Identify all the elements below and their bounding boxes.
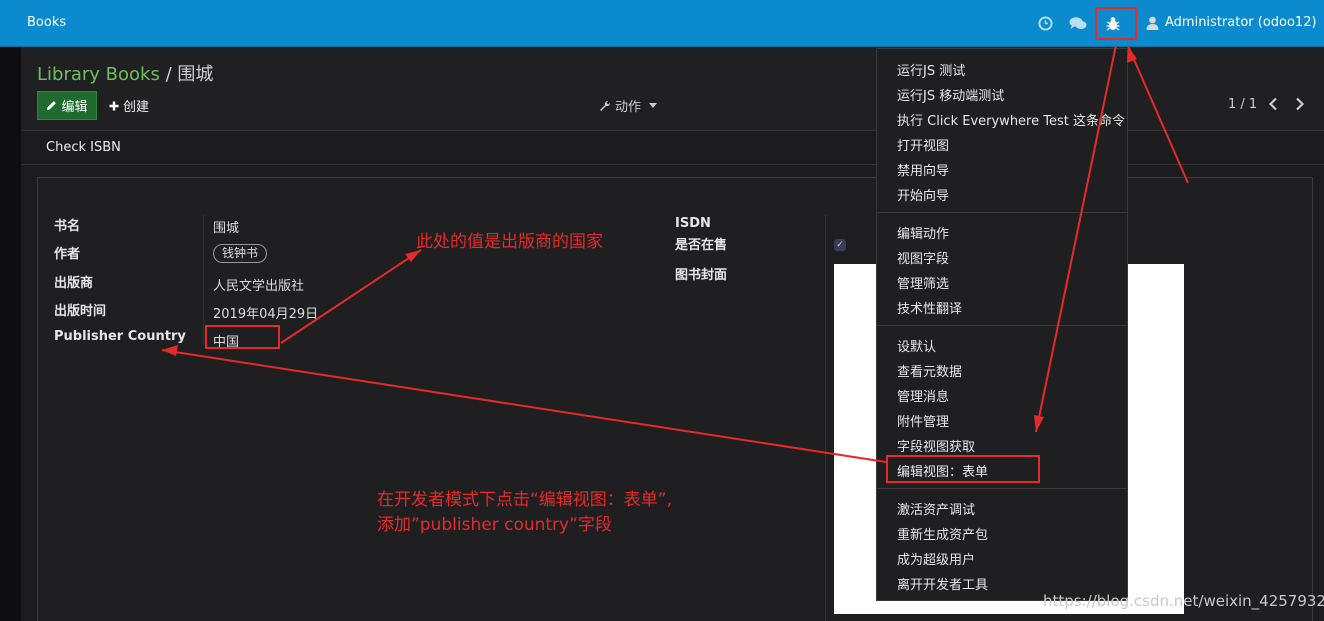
edit-button[interactable]: 编辑 (37, 91, 97, 120)
field-value-publisher[interactable]: 人民文学出版社 (213, 275, 304, 294)
breadcrumb: Library Books / 围城 (37, 60, 213, 86)
check-isbn-button[interactable]: Check ISBN (46, 140, 121, 155)
annotation-instruction-line2: 添加”publisher country”字段 (377, 515, 612, 535)
menu-item-run-js-tests[interactable]: 运行JS 测试 (897, 60, 965, 79)
field-label-title: 书名 (54, 219, 81, 234)
field-label-publisher-country: Publisher Country (54, 329, 186, 344)
highlight-box-edit-view-form (886, 455, 1040, 483)
menu-item-become-superuser[interactable]: 成为超级用户 (897, 549, 975, 568)
menu-divider (877, 325, 1127, 326)
chevron-right-icon[interactable] (1295, 97, 1305, 115)
action-menu-button[interactable]: 动作 (599, 96, 658, 115)
left-strip (0, 47, 21, 621)
menu-item-fields-view-get[interactable]: 字段视图获取 (897, 436, 975, 455)
action-menu-label: 动作 (615, 100, 642, 115)
highlight-box-country-value (205, 325, 280, 349)
menu-item-manage-messages[interactable]: 管理消息 (897, 386, 949, 405)
chevron-left-icon[interactable] (1268, 97, 1278, 115)
menu-item-open-view[interactable]: 打开视图 (897, 135, 949, 154)
chat-icon[interactable] (1068, 13, 1088, 33)
field-divider (203, 215, 204, 345)
field-label-publisher: 出版商 (54, 276, 94, 291)
pager-value[interactable]: 1 / 1 (1228, 97, 1257, 112)
menu-item-view-fields[interactable]: 视图字段 (897, 248, 949, 267)
field-label-isdn: ISDN (675, 216, 711, 231)
annotation-country-note: 此处的值是出版商的国家 (416, 232, 603, 252)
control-panel: Library Books / 围城 编辑 创建 动作 1 / 1 (21, 47, 1324, 131)
field-label-on-sale: 是否在售 (675, 238, 728, 253)
debug-dropdown-menu: 运行JS 测试 运行JS 移动端测试 执行 Click Everywhere T… (876, 48, 1128, 601)
highlight-box-debug-icon (1095, 7, 1137, 40)
menu-item-leave-developer-tools[interactable]: 离开开发者工具 (897, 574, 988, 593)
menu-item-regenerate-assets[interactable]: 重新生成资产包 (897, 524, 988, 543)
field-label-publish-date: 出版时间 (54, 304, 107, 319)
create-button-label: 创建 (123, 100, 150, 115)
app-brand[interactable]: Books (27, 15, 66, 30)
menu-item-disable-tours[interactable]: 禁用向导 (897, 160, 949, 179)
menu-divider (877, 212, 1127, 213)
breadcrumb-separator: / (165, 64, 172, 85)
plus-icon (109, 101, 119, 110)
menu-item-manage-attachments[interactable]: 附件管理 (897, 411, 949, 430)
wrench-icon (600, 100, 611, 111)
menu-item-technical-translation[interactable]: 技术性翻译 (897, 298, 962, 317)
field-label-cover: 图书封面 (675, 268, 728, 283)
edit-button-label: 编辑 (61, 100, 88, 115)
menu-item-click-everywhere[interactable]: 执行 Click Everywhere Test 这条命令 (897, 110, 1125, 129)
menu-divider (877, 488, 1127, 489)
menu-item-view-metadata[interactable]: 查看元数据 (897, 361, 962, 380)
field-value-publish-date: 2019年04月29日 (213, 307, 319, 322)
annotation-instruction-line1: 在开发者模式下点击“编辑视图：表单”, (377, 490, 673, 510)
breadcrumb-current: 围城 (177, 64, 214, 85)
form-statusbar: Check ISBN (21, 131, 1324, 165)
menu-item-manage-filters[interactable]: 管理筛选 (897, 273, 949, 292)
user-icon (1146, 16, 1159, 30)
menu-item-start-tour[interactable]: 开始向导 (897, 185, 949, 204)
field-label-author: 作者 (54, 247, 81, 262)
menu-item-activate-assets-debug[interactable]: 激活资产调试 (897, 499, 975, 518)
user-menu[interactable]: Administrator (odoo12) (1146, 15, 1324, 30)
field-value-title: 围城 (213, 221, 240, 236)
user-name: Administrator (odoo12) (1165, 15, 1317, 30)
on-sale-checkbox[interactable]: ✓ (834, 239, 846, 251)
create-button[interactable]: 创建 (109, 96, 149, 115)
field-divider-right (825, 215, 826, 621)
author-tag[interactable]: 钱钟书 (213, 244, 268, 263)
menu-item-edit-action[interactable]: 编辑动作 (897, 223, 949, 242)
pencil-icon (47, 101, 57, 111)
menu-item-set-defaults[interactable]: 设默认 (897, 336, 936, 355)
watermark-text: https://blog.csdn.net/weixin_42579328 (1043, 592, 1324, 610)
clock-icon[interactable] (1035, 13, 1055, 33)
menu-item-run-js-mobile-tests[interactable]: 运行JS 移动端测试 (897, 85, 1004, 104)
chevron-down-icon (649, 103, 658, 108)
breadcrumb-parent[interactable]: Library Books (37, 64, 160, 85)
